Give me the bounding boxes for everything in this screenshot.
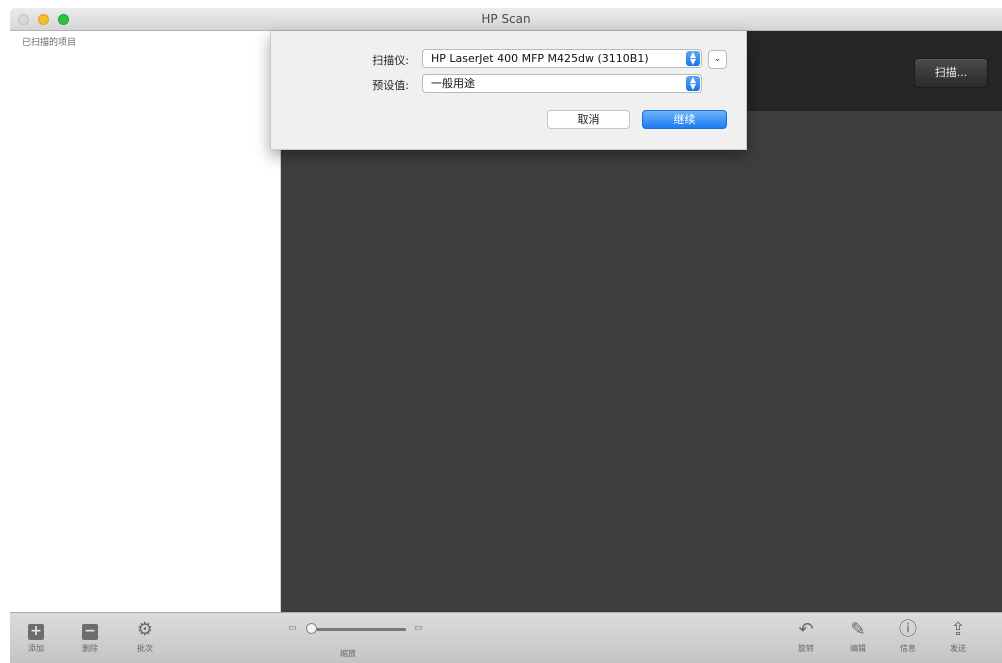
scanner-select-dialog: 扫描仪: HP LaserJet 400 MFP M425dw (3110B1)… — [270, 31, 747, 150]
select-arrows-icon: ▲ ▼ — [686, 76, 700, 91]
gear-icon: ⚙ — [136, 619, 154, 640]
rotate-label: 旋转 — [798, 644, 814, 653]
zoom-out-icon[interactable]: ▭ — [288, 623, 297, 633]
info-label: 信息 — [900, 644, 916, 653]
delete-label: 删除 — [82, 644, 98, 653]
pencil-icon: ✎ — [850, 619, 866, 640]
zoom-control: ▭ ▭ — [288, 623, 428, 637]
add-icon: + — [28, 624, 44, 640]
preset-select[interactable]: 一般用途 ▲ ▼ — [422, 74, 702, 93]
add-button[interactable]: + 添加 — [14, 619, 58, 654]
scanner-label: 扫描仪: — [372, 54, 409, 67]
chevron-down-icon: ⌄ — [713, 54, 722, 64]
rotate-icon: ↶ — [798, 619, 814, 640]
info-button[interactable]: ⓘ 信息 — [886, 619, 930, 654]
preset-label: 预设值: — [372, 79, 409, 92]
edit-button[interactable]: ✎ 编辑 — [836, 619, 880, 654]
scanned-items-sidebar[interactable]: 已扫描的项目 — [10, 31, 281, 612]
zoom-label: 缩放 — [340, 649, 356, 658]
scanner-select[interactable]: HP LaserJet 400 MFP M425dw (3110B1) ▲ ▼ — [422, 49, 702, 68]
rotate-button[interactable]: ↶ 旋转 — [784, 619, 828, 654]
batch-button[interactable]: ⚙ 批次 — [123, 619, 167, 654]
select-arrows-icon: ▲ ▼ — [686, 51, 700, 66]
bottom-toolbar: + 添加 − 删除 ⚙ 批次 ▭ ▭ 缩放 ↶ 旋转 ✎ 编辑 ⓘ 信息 ⇪ 发… — [10, 612, 1002, 663]
edit-label: 编辑 — [850, 644, 866, 653]
sidebar-title: 已扫描的项目 — [22, 38, 77, 48]
title-bar: HP Scan — [10, 8, 1002, 31]
send-button[interactable]: ⇪ 发送 — [936, 619, 980, 654]
preset-select-value: 一般用途 — [431, 77, 475, 90]
zoom-in-icon[interactable]: ▭ — [414, 623, 423, 633]
scan-button[interactable]: 扫描... — [914, 58, 988, 88]
scanner-select-value: HP LaserJet 400 MFP M425dw (3110B1) — [431, 52, 649, 65]
zoom-slider-knob[interactable] — [306, 623, 317, 634]
delete-icon: − — [82, 624, 98, 640]
info-icon: ⓘ — [899, 619, 917, 640]
window-title: HP Scan — [481, 12, 531, 26]
share-icon: ⇪ — [950, 619, 966, 640]
batch-label: 批次 — [137, 644, 153, 653]
zoom-slider[interactable] — [310, 628, 406, 631]
send-label: 发送 — [950, 644, 966, 653]
chevron-down-button[interactable]: ⌄ — [708, 50, 727, 69]
add-label: 添加 — [28, 644, 44, 653]
delete-button[interactable]: − 删除 — [68, 619, 112, 654]
cancel-button[interactable]: 取消 — [547, 110, 630, 129]
continue-button[interactable]: 继续 — [642, 110, 727, 129]
